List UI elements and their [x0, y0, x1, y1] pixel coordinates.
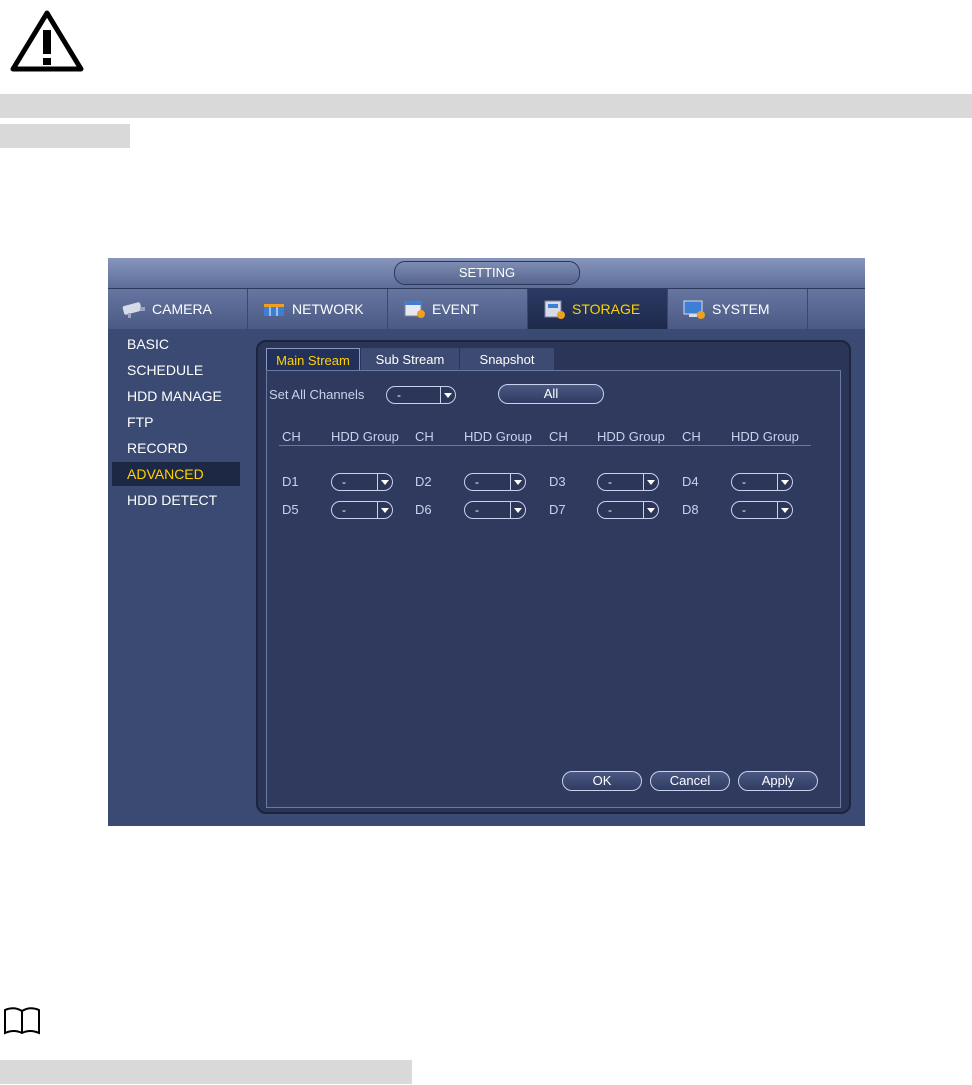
- set-all-channels-select[interactable]: -: [386, 386, 456, 404]
- sidebar-item-ftp[interactable]: FTP: [112, 410, 240, 434]
- channel-label: D7: [549, 502, 566, 517]
- divider: [279, 445, 811, 446]
- all-button[interactable]: All: [498, 384, 604, 404]
- column-header-hdd-group: HDD Group: [597, 429, 665, 444]
- chevron-down-icon: [377, 502, 392, 518]
- tab-sub-stream[interactable]: Sub Stream: [361, 348, 459, 372]
- channel-label: D1: [282, 474, 299, 489]
- hdd-group-select[interactable]: -: [331, 473, 393, 491]
- hdd-group-select[interactable]: -: [331, 501, 393, 519]
- chevron-down-icon: [777, 474, 792, 490]
- hdd-group-select[interactable]: -: [597, 473, 659, 491]
- column-header-ch: CH: [415, 429, 434, 444]
- channel-label: D8: [682, 502, 699, 517]
- sidebar-item-schedule[interactable]: SCHEDULE: [112, 358, 240, 382]
- select-value: -: [608, 475, 612, 489]
- select-value: -: [475, 503, 479, 517]
- channel-label: D2: [415, 474, 432, 489]
- warning-icon: [10, 10, 84, 72]
- column-header-hdd-group: HDD Group: [331, 429, 399, 444]
- tab-label: EVENT: [432, 301, 479, 317]
- system-icon: [683, 300, 705, 319]
- chevron-down-icon: [510, 474, 525, 490]
- sidebar-item-advanced[interactable]: ADVANCED: [112, 462, 240, 486]
- tab-camera[interactable]: CAMERA: [108, 289, 248, 329]
- chevron-down-icon: [377, 474, 392, 490]
- channel-label: D3: [549, 474, 566, 489]
- window-title: SETTING: [394, 261, 580, 285]
- channel-label: D6: [415, 502, 432, 517]
- tab-snapshot[interactable]: Snapshot: [460, 348, 554, 372]
- select-value: -: [342, 503, 346, 517]
- chevron-down-icon: [643, 502, 658, 518]
- select-value: -: [397, 388, 401, 402]
- tab-storage[interactable]: STORAGE: [528, 289, 668, 329]
- sidebar-item-basic[interactable]: BASIC: [112, 332, 240, 356]
- select-value: -: [742, 503, 746, 517]
- hdd-group-select[interactable]: -: [731, 501, 793, 519]
- sidebar-item-hdd-manage[interactable]: HDD MANAGE: [112, 384, 240, 408]
- camera-icon: [122, 302, 145, 318]
- highlight-bar: [0, 94, 972, 118]
- apply-button[interactable]: Apply: [738, 771, 818, 791]
- sidebar-item-hdd-detect[interactable]: HDD DETECT: [112, 488, 240, 512]
- channel-label: D4: [682, 474, 699, 489]
- tab-system[interactable]: SYSTEM: [668, 289, 808, 329]
- hdd-group-select[interactable]: -: [597, 501, 659, 519]
- column-header-ch: CH: [549, 429, 568, 444]
- storage-icon: [544, 300, 565, 319]
- hdd-group-select[interactable]: -: [731, 473, 793, 491]
- ok-button[interactable]: OK: [562, 771, 642, 791]
- event-icon: [404, 301, 425, 318]
- title-bar: SETTING: [108, 258, 865, 288]
- select-value: -: [475, 475, 479, 489]
- main-stream-panel: Set All Channels - All CH HDD Group CH H…: [266, 370, 841, 808]
- chevron-down-icon: [643, 474, 658, 490]
- dvr-setting-window: SETTING CAMERA NETWORK EVENT STORAGE SYS…: [108, 258, 865, 826]
- column-header-hdd-group: HDD Group: [731, 429, 799, 444]
- tab-label: SYSTEM: [712, 301, 770, 317]
- chevron-down-icon: [440, 387, 455, 403]
- content-panel: Main Stream Sub Stream Snapshot Set All …: [256, 340, 851, 814]
- set-all-channels-label: Set All Channels: [269, 387, 365, 402]
- tab-label: STORAGE: [572, 301, 641, 317]
- highlight-bar: [0, 124, 130, 148]
- cancel-button[interactable]: Cancel: [650, 771, 730, 791]
- tab-event[interactable]: EVENT: [388, 289, 528, 329]
- tab-label: NETWORK: [292, 301, 364, 317]
- select-value: -: [742, 475, 746, 489]
- column-header-ch: CH: [682, 429, 701, 444]
- sidebar-menu: BASIC SCHEDULE HDD MANAGE FTP RECORD ADV…: [108, 328, 248, 826]
- note-book-icon: [4, 1007, 40, 1035]
- network-icon: [264, 304, 284, 316]
- tab-network[interactable]: NETWORK: [248, 289, 388, 329]
- sidebar-item-record[interactable]: RECORD: [112, 436, 240, 460]
- hdd-group-select[interactable]: -: [464, 473, 526, 491]
- chevron-down-icon: [510, 502, 525, 518]
- tab-main-stream[interactable]: Main Stream: [266, 348, 360, 372]
- chevron-down-icon: [777, 502, 792, 518]
- highlight-bar: [0, 1060, 412, 1084]
- hdd-group-select[interactable]: -: [464, 501, 526, 519]
- tab-label: CAMERA: [152, 301, 212, 317]
- select-value: -: [608, 503, 612, 517]
- column-header-hdd-group: HDD Group: [464, 429, 532, 444]
- select-value: -: [342, 475, 346, 489]
- channel-label: D5: [282, 502, 299, 517]
- column-header-ch: CH: [282, 429, 301, 444]
- main-tab-bar: CAMERA NETWORK EVENT STORAGE SYSTEM: [108, 288, 865, 329]
